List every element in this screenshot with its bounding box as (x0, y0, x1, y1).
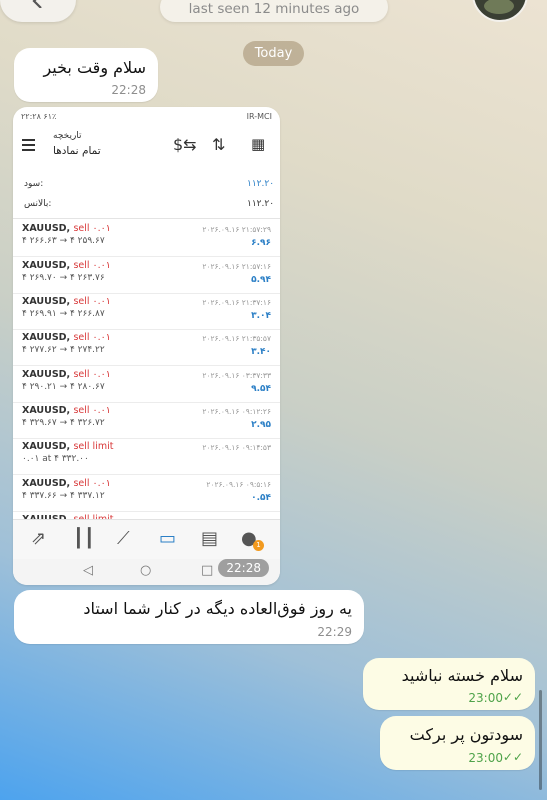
trade-date: ۲۰۲۶.۰۹.۱۶ ۲۱:۳۷:۱۶ (202, 298, 271, 307)
trade-row[interactable]: XAUUSD, sell ۰.۰۱ ۴ ۲۷۷.۶۲ → ۴ ۲۷۴.۲۲ ۲۰… (13, 329, 280, 366)
message-time: 23:00 (468, 691, 503, 705)
trade-row[interactable]: XAUUSD, sell ۰.۰۱ ۴ ۲۹۰.۲۱ → ۴ ۲۸۰.۶۷ ۲۰… (13, 366, 280, 403)
status-time: ۲۲:۲۸ ۶۱٪ (21, 112, 57, 121)
outgoing-message[interactable]: سودتون پر برکت 23:00 ✓✓ (380, 716, 535, 770)
trade-type: sell ۰.۰۱ (73, 223, 111, 234)
trade-profit: ۹.۵۴ (251, 384, 271, 394)
profit-value: ۱۱۲.۲۰ (247, 179, 275, 189)
trade-symbol: XAUUSD, (22, 260, 71, 271)
trade-row[interactable]: XAUUSD, sell ۰.۰۱ ۴ ۲۶۶.۶۳ → ۴ ۲۵۹.۶۷ ۲۰… (13, 220, 280, 257)
status-carrier: IR-MCI (246, 112, 272, 121)
trade-icon[interactable]: ⇗ (31, 528, 46, 549)
trade-prices: ۰.۰۱ at ۴ ۳۳۲.۰۰ (22, 454, 89, 464)
trade-symbol: XAUUSD, (22, 369, 71, 380)
date-chip: Today (243, 41, 304, 66)
news-icon[interactable]: ▤ (201, 528, 218, 549)
trade-profit: ۰.۵۴ (251, 493, 271, 503)
inbox-icon[interactable]: ▭ (159, 528, 176, 549)
trade-type: sell ۰.۰۱ (73, 260, 111, 271)
outgoing-message[interactable]: سلام خسته نباشید 23:00 ✓✓ (363, 658, 535, 710)
trade-prices: ۴ ۳۳۷.۶۶ → ۴ ۳۳۷.۱۲ (22, 491, 105, 501)
candles-icon[interactable]: ┃┃ (73, 528, 95, 549)
back-button[interactable] (0, 0, 76, 22)
dollar-exchange-icon: $⇆ (173, 135, 197, 154)
trade-type: sell ۰.۰۱ (73, 332, 111, 343)
trade-date: ۲۰۲۶.۰۹.۱۶ ۲۱:۵۷:۱۶ (202, 262, 271, 271)
sort-icon: ⇅ (212, 135, 226, 154)
trade-date: ۲۰۲۶.۰۹.۱۶ ۰۹:۱۲:۲۶ (202, 407, 271, 416)
trade-date: ۲۰۲۶.۰۹.۱۶ ۲۱:۵۷:۲۹ (202, 225, 271, 234)
menu-icon (22, 139, 35, 154)
trade-profit: ۳.۴۰ (251, 347, 271, 357)
divider (13, 218, 280, 219)
message-time: 22:29 (317, 625, 352, 639)
recents-icon[interactable]: □ (201, 563, 213, 578)
home-icon[interactable]: ○ (140, 563, 151, 578)
balance-label: بالانس: (24, 199, 52, 209)
trade-symbol: XAUUSD, (22, 478, 71, 489)
trade-date: ۲۰۲۶.۰۹.۱۶ ۰۹:۵:۱۶ (206, 480, 271, 489)
trade-type: sell ۰.۰۱ (73, 369, 111, 380)
trade-date: ۲۰۲۶.۰۹.۱۶ ۰۳:۳۷:۳۳ (202, 371, 271, 380)
trade-symbol: XAUUSD, (22, 332, 71, 343)
trade-symbol: XAUUSD, (22, 441, 71, 452)
trade-symbol: XAUUSD, (22, 223, 71, 234)
trade-profit: ۵.۹۴ (251, 275, 271, 285)
trade-type: sell ۰.۰۱ (73, 296, 111, 307)
message-time: 23:00 (468, 751, 503, 765)
chevron-left-icon (32, 0, 42, 8)
incoming-message[interactable]: یه روز فوق‌العاده دیگه در کنار شما استاد… (14, 590, 364, 644)
message-text: یه روز فوق‌العاده دیگه در کنار شما استاد (83, 599, 352, 618)
balance-value: ۱۱۲.۲۰ (247, 199, 275, 209)
message-text: سودتون پر برکت (409, 725, 523, 744)
incoming-message[interactable]: سلام وقت بخیر 22:28 (14, 48, 158, 102)
trade-prices: ۴ ۲۶۶.۶۳ → ۴ ۲۵۹.۶۷ (22, 236, 105, 246)
trade-symbol: XAUUSD, (22, 405, 71, 416)
double-check-icon: ✓✓ (502, 750, 523, 764)
trade-row[interactable]: XAUUSD, sell ۰.۰۱ ۴ ۳۳۷.۶۶ → ۴ ۳۳۷.۱۲ ۲۰… (13, 475, 280, 512)
trade-profit: ۲.۹۵ (251, 420, 271, 430)
trade-prices: ۴ ۲۶۹.۹۱ → ۴ ۲۶۶.۸۷ (22, 309, 105, 319)
trade-prices: ۴ ۳۲۹.۶۷ → ۴ ۳۲۶.۷۲ (22, 418, 105, 428)
image-message[interactable]: ۲۲:۲۸ ۶۱٪ IR-MCI تاریخچه تمام نمادها $⇆ … (13, 107, 280, 585)
message-text: سلام وقت بخیر (43, 58, 146, 77)
message-text: سلام خسته نباشید (401, 666, 523, 685)
image-time: 22:28 (218, 559, 269, 577)
trade-row[interactable]: XAUUSD, sell ۰.۰۱ ۴ ۳۲۹.۶۷ → ۴ ۳۲۶.۷۲ ۲۰… (13, 402, 280, 439)
calendar-icon: ▦ (251, 135, 266, 153)
chart-icon[interactable]: ⟋ (117, 528, 130, 549)
trade-row[interactable]: XAUUSD, sell ۰.۰۱ ۴ ۲۶۹.۹۱ → ۴ ۲۶۶.۸۷ ۲۰… (13, 293, 280, 330)
trade-date: ۲۰۲۶.۰۹.۱۶ ۰۹:۱۴:۵۳ (202, 443, 271, 452)
scrollbar[interactable] (539, 690, 542, 790)
trade-profit: ۳.۰۴ (251, 311, 271, 321)
bottom-navigation: ⇗ ┃┃ ⟋ ▭ ▤ ● 1 (13, 519, 280, 559)
trade-prices: ۴ ۲۷۷.۶۲ → ۴ ۲۷۴.۲۲ (22, 345, 105, 355)
trade-type: sell limit (73, 441, 114, 452)
trade-prices: ۴ ۲۶۹.۷۰ → ۴ ۲۶۳.۷۶ (22, 273, 105, 283)
screen-subtitle: تمام نمادها (53, 145, 101, 157)
last-seen-status: last seen 12 minutes ago (160, 0, 388, 22)
screen-title: تاریخچه (53, 131, 82, 141)
trade-profit: ۶.۹۶ (251, 238, 271, 248)
trade-row[interactable]: XAUUSD, sell limit ۰.۰۱ at ۴ ۳۳۲.۰۰ ۲۰۲۶… (13, 438, 280, 475)
avatar[interactable] (472, 0, 528, 22)
trade-row[interactable]: XAUUSD, sell ۰.۰۱ ۴ ۲۶۹.۷۰ → ۴ ۲۶۳.۷۶ ۲۰… (13, 257, 280, 294)
back-icon[interactable]: ◁ (83, 563, 93, 578)
message-time: 22:28 (111, 83, 146, 97)
trade-type: sell ۰.۰۱ (73, 405, 111, 416)
profit-label: سود: (24, 179, 44, 189)
notification-badge: 1 (253, 540, 264, 551)
trade-prices: ۴ ۲۹۰.۲۱ → ۴ ۲۸۰.۶۷ (22, 382, 105, 392)
trade-symbol: XAUUSD, (22, 296, 71, 307)
trade-date: ۲۰۲۶.۰۹.۱۶ ۲۱:۳۵:۵۷ (202, 334, 271, 343)
trade-type: sell ۰.۰۱ (73, 478, 111, 489)
double-check-icon: ✓✓ (502, 690, 523, 704)
